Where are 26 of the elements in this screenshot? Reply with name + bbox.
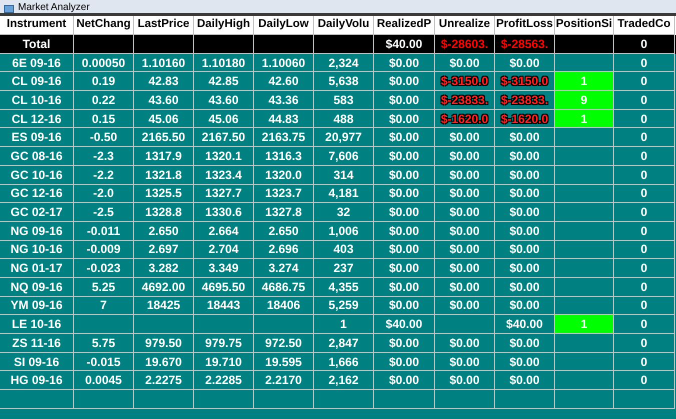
table-cell: 2.2275	[134, 371, 194, 390]
empty-cell	[314, 390, 374, 409]
position-cell: 9	[555, 91, 614, 110]
empty-cell	[254, 390, 314, 409]
table-cell: $0.00	[495, 371, 555, 390]
empty-cell	[74, 390, 134, 409]
empty-cell	[134, 390, 194, 409]
table-cell: 0	[614, 371, 675, 390]
window-icon	[4, 5, 14, 13]
table-cell: 0.0045	[74, 371, 134, 390]
empty-cell	[614, 390, 675, 409]
table-cell: 2.2170	[254, 371, 314, 390]
empty-cell	[435, 390, 495, 409]
empty-cell	[194, 390, 254, 409]
table-cell: $0.00	[435, 371, 495, 390]
empty-cell	[555, 390, 614, 409]
position-cell: 1	[555, 72, 614, 92]
table-cell: HG 09-16	[0, 371, 74, 390]
empty-cell	[495, 390, 555, 409]
table-cell: 2.2285	[194, 371, 254, 390]
position-cell: 1	[555, 110, 614, 128]
window-title: Market Analyzer	[18, 3, 90, 13]
position-cell: 1	[555, 315, 614, 334]
table-cell: 2,162	[314, 371, 374, 390]
empty-cell	[374, 390, 435, 409]
table-cell: $0.00	[374, 371, 435, 390]
